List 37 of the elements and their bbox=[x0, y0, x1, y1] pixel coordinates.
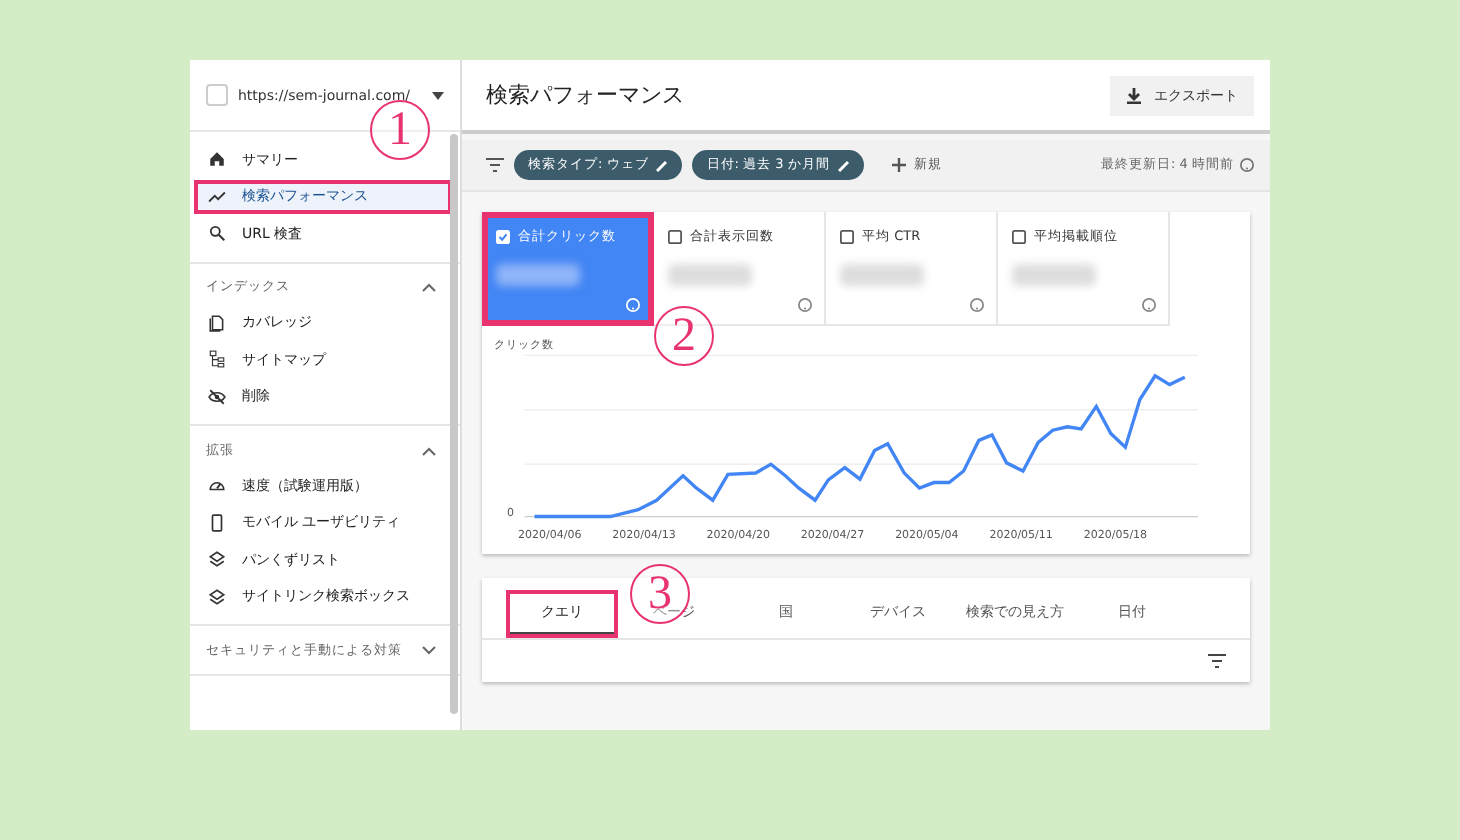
checkbox-icon[interactable] bbox=[840, 230, 854, 244]
help-icon[interactable] bbox=[1240, 158, 1254, 172]
plus-icon bbox=[891, 158, 906, 172]
sitemap-icon bbox=[208, 350, 226, 369]
step-number-callout: 1 bbox=[370, 100, 430, 160]
search-icon bbox=[208, 224, 226, 243]
home-icon bbox=[208, 150, 226, 169]
chevron-up-icon[interactable] bbox=[422, 282, 436, 292]
checkbox-icon[interactable] bbox=[1012, 230, 1026, 244]
help-icon[interactable] bbox=[970, 298, 984, 312]
layers-icon bbox=[208, 587, 226, 606]
dropdown-caret-icon[interactable] bbox=[432, 91, 444, 99]
checkbox-icon[interactable] bbox=[668, 230, 682, 244]
step-number-callout: 2 bbox=[654, 306, 714, 366]
blurred-value bbox=[668, 264, 752, 286]
eye-slash-icon bbox=[208, 387, 226, 406]
site-logo-icon bbox=[206, 84, 228, 106]
pencil-icon bbox=[656, 159, 669, 171]
phone-icon bbox=[208, 513, 226, 532]
layers-icon bbox=[208, 550, 226, 569]
help-icon[interactable] bbox=[1142, 298, 1156, 312]
blurred-value bbox=[496, 264, 580, 286]
page-title: 検索パフォーマンス bbox=[486, 80, 684, 110]
filter-icon[interactable] bbox=[1208, 654, 1226, 668]
pages-icon bbox=[208, 313, 226, 332]
filter-icon[interactable] bbox=[486, 158, 504, 172]
pencil-icon bbox=[837, 159, 850, 171]
scrollbar[interactable] bbox=[450, 134, 458, 714]
blurred-value bbox=[840, 264, 924, 286]
blurred-value bbox=[1012, 264, 1096, 286]
trend-icon bbox=[208, 187, 226, 206]
chevron-down-icon[interactable] bbox=[422, 645, 436, 655]
download-icon bbox=[1126, 87, 1142, 103]
gauge-icon bbox=[208, 476, 226, 495]
help-icon[interactable] bbox=[798, 298, 812, 312]
chevron-up-icon[interactable] bbox=[422, 445, 436, 455]
checked-checkbox-icon[interactable] bbox=[496, 230, 510, 244]
